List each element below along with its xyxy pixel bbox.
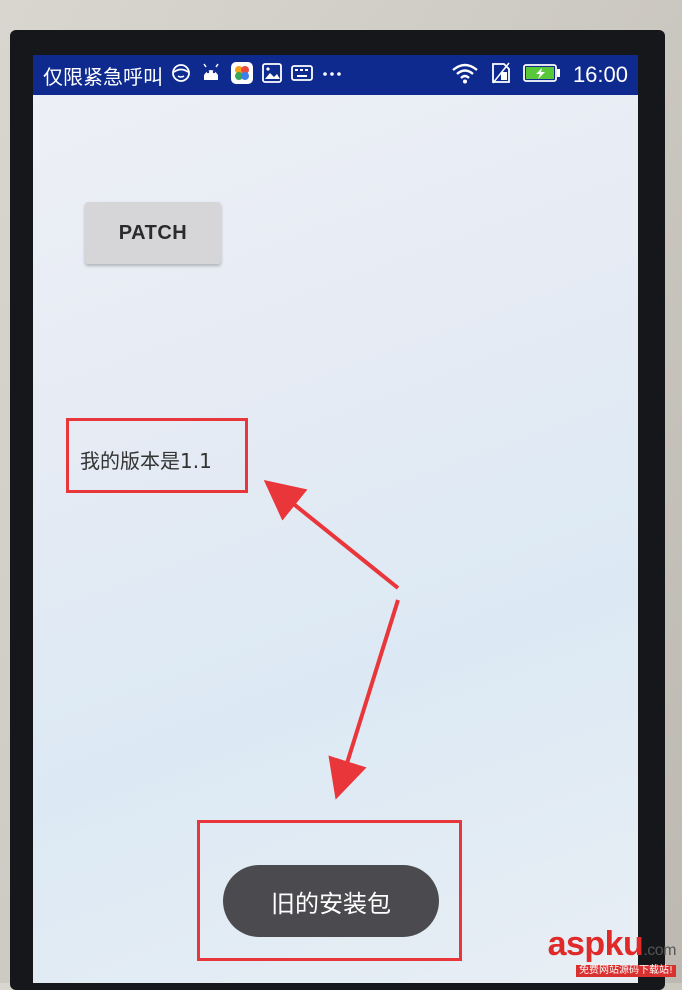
carrier-text: 仅限紧急呼叫 bbox=[43, 64, 163, 89]
patch-button[interactable]: PATCH bbox=[85, 202, 221, 264]
more-dots-icon bbox=[322, 66, 342, 84]
notification-face-icon bbox=[171, 63, 191, 88]
battery-icon bbox=[523, 63, 561, 88]
android-icon bbox=[200, 63, 222, 88]
wifi-icon bbox=[451, 62, 479, 89]
watermark-sub: 免费网站源码下载站! bbox=[575, 965, 676, 977]
watermark-suffix: .com bbox=[643, 942, 676, 959]
version-highlight-box bbox=[66, 418, 248, 493]
image-icon bbox=[262, 62, 282, 88]
keyboard-icon bbox=[291, 64, 313, 87]
app-icon bbox=[231, 61, 253, 89]
watermark-logo: aspku.com 免费网站源码下载站! bbox=[548, 927, 676, 977]
status-bar: 仅限紧急呼叫 16:00 bbox=[33, 55, 638, 95]
status-time: 16:00 bbox=[572, 62, 628, 87]
toast-highlight-box bbox=[197, 820, 462, 961]
sim-icon bbox=[491, 62, 511, 89]
watermark-main: aspku bbox=[547, 925, 644, 963]
